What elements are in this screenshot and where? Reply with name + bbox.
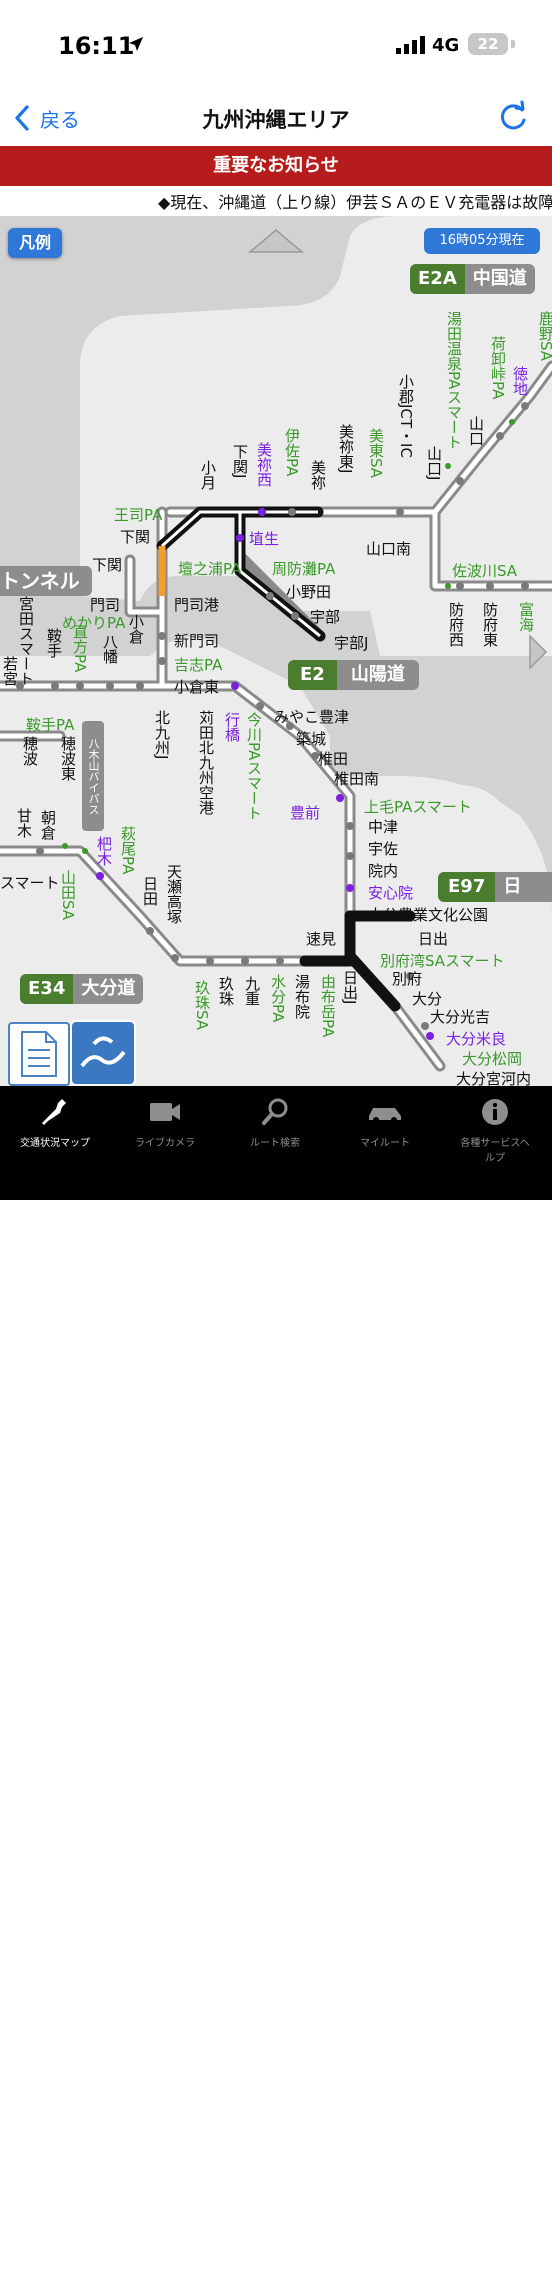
ic-label: 山口 <box>467 416 485 446</box>
ic-label: 甘木 <box>15 808 33 838</box>
tab-label: ライブカメラ <box>135 1138 195 1149</box>
ic-label: 天瀬高塚 <box>165 864 183 924</box>
important-notice-banner[interactable]: 重要なお知らせ <box>0 146 552 186</box>
page-title: 九州沖縄エリア <box>202 108 350 132</box>
sa-label: 由布岳PA <box>319 974 337 1038</box>
tab-my-route[interactable]: マイルート <box>330 1096 440 1149</box>
ticker-text: ◆現在、沖縄道（上り線）伊芸ＳＡのＥＶ充電器は故障のた <box>158 193 552 212</box>
vertical-labels: 鹿野SA 荷卸峠PA 徳地 湯田温泉PAスマート 山口 小郡JCT・IC 山口J… <box>0 216 552 1086</box>
ic-label: 小月 <box>199 460 217 490</box>
sa-label: 荷卸峠PA <box>489 336 507 400</box>
junction-label: 杷木 <box>95 836 113 866</box>
ic-label: 穂波 <box>21 736 39 766</box>
junction-label: 行橋 <box>223 712 241 742</box>
ic-label: 九重 <box>243 976 261 1006</box>
ic-label: 美祢 <box>309 460 327 490</box>
sa-label: 今川PAスマート <box>245 712 263 821</box>
sa-label: 山田SA <box>59 870 77 921</box>
tab-service-help[interactable]: 各種サービスヘルプ <box>440 1096 550 1164</box>
car-icon <box>369 1108 401 1123</box>
nav-bar: 戻る 九州沖縄エリア <box>0 90 552 146</box>
ic-label: 湯布院 <box>293 974 311 1019</box>
ic-label: 朝倉 <box>39 810 57 840</box>
network-type: 4G <box>432 35 460 56</box>
sea-route-button[interactable] <box>70 1020 136 1086</box>
junction-label: 徳地 <box>511 366 529 396</box>
tab-label: ルート検索 <box>250 1138 300 1149</box>
ic-label: 鞍手 <box>45 628 63 658</box>
ic-label: 日田 <box>141 876 159 906</box>
refresh-icon[interactable] <box>496 98 532 134</box>
tab-bar: 交通状況マップ ライブカメラ ルート検索 マイルート 各種サービスヘルプ <box>0 1086 552 2274</box>
sa-label: 伊佐PA <box>283 428 301 477</box>
japan-map-icon <box>42 1099 66 1125</box>
battery-tip <box>511 40 515 48</box>
magnifier-icon <box>262 1098 288 1125</box>
battery-indicator: 22 <box>468 33 508 55</box>
sa-label: 直方PA <box>71 624 89 673</box>
sa-label: 萩尾PA <box>119 826 137 875</box>
tab-route-search[interactable]: ルート検索 <box>220 1096 330 1149</box>
traffic-map[interactable]: 凡例 16時05分現在 E2A 中国道 E2 山陽道 E97 日出 E34 大分… <box>0 216 552 1086</box>
location-arrow-icon <box>129 37 143 51</box>
ic-label: 玖珠 <box>217 976 235 1006</box>
ic-label: 穂波東 <box>59 736 77 781</box>
ic-label: 防府東 <box>481 602 499 647</box>
sa-label: 美東SA <box>367 428 385 479</box>
ic-label: 防府西 <box>447 602 465 647</box>
ic-label: 苅田北九州空港 <box>197 710 215 815</box>
sa-label: 水分PA <box>269 974 287 1023</box>
info-icon <box>482 1099 508 1125</box>
sa-label: 湯田温泉PAスマート <box>445 311 463 450</box>
tab-label: マイルート <box>360 1138 410 1149</box>
tab-traffic-map[interactable]: 交通状況マップ <box>0 1096 110 1149</box>
ic-label: 小郡JCT・IC <box>397 374 415 458</box>
status-bar: 16:11 4G 22 <box>0 0 552 90</box>
home-indicator <box>186 2268 366 2274</box>
tab-label: 各種サービスヘルプ <box>460 1138 530 1164</box>
ic-label: 八幡 <box>101 634 119 664</box>
document-icon <box>21 1031 57 1077</box>
camera-icon <box>150 1103 180 1121</box>
ic-label: 下関J <box>231 444 249 479</box>
signal-bars-icon <box>396 36 425 54</box>
ic-label: 北九州J <box>153 710 171 760</box>
status-time: 16:11 <box>58 32 135 60</box>
tab-live-camera[interactable]: ライブカメラ <box>110 1096 220 1149</box>
sa-label: 富海 <box>517 602 535 632</box>
document-button[interactable] <box>8 1022 70 1086</box>
sa-label: 鹿野SA <box>537 311 552 362</box>
ic-label: 美祢東J <box>337 424 355 474</box>
sa-label: 玖珠SA <box>193 980 211 1031</box>
wave-icon <box>80 1036 126 1068</box>
notice-ticker[interactable]: ◆現在、沖縄道（上り線）伊芸ＳＡのＥＶ充電器は故障のた <box>0 186 552 216</box>
ic-label: 若宮 <box>1 656 19 686</box>
junction-label: 美祢西 <box>255 442 273 487</box>
tab-label: 交通状況マップ <box>20 1138 90 1149</box>
ic-label: 山口J <box>425 446 443 481</box>
ic-label: 小倉 <box>127 614 145 644</box>
ic-label: 日出J <box>341 970 359 1005</box>
